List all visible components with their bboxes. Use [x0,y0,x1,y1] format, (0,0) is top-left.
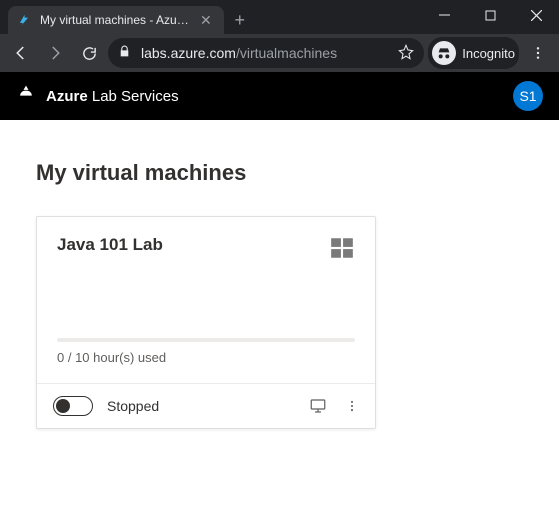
vm-name: Java 101 Lab [57,235,329,255]
incognito-indicator[interactable]: Incognito [428,37,519,69]
url-path: /virtualmachines [236,45,337,61]
browser-tab[interactable]: My virtual machines - Azure Lab ✕ [8,6,224,34]
close-window-button[interactable] [513,0,559,30]
bookmark-button[interactable] [398,44,414,63]
page-content: Azure Lab Services S1 My virtual machine… [0,72,559,527]
page-title: My virtual machines [36,160,523,186]
maximize-button[interactable] [467,0,513,30]
browser-menu-button[interactable] [523,38,553,68]
brand-text: Azure Lab Services [46,88,179,105]
incognito-label: Incognito [462,46,515,61]
main-content: My virtual machines Java 101 Lab 0 / 10 … [0,120,559,469]
windows-icon [329,235,355,266]
more-options-button[interactable] [345,397,359,415]
usage-text: 0 / 10 hour(s) used [57,350,355,365]
browser-toolbar: labs.azure.com/virtualmachines Incognito [0,34,559,72]
incognito-icon [432,41,456,65]
azure-logo-icon [16,84,36,108]
address-bar[interactable]: labs.azure.com/virtualmachines [108,38,424,68]
user-avatar[interactable]: S1 [513,81,543,111]
connect-button[interactable] [309,397,327,415]
brand[interactable]: Azure Lab Services [16,84,179,108]
minimize-button[interactable] [421,0,467,30]
back-button[interactable] [6,38,36,68]
power-toggle[interactable] [53,396,93,416]
forward-button[interactable] [40,38,70,68]
lock-icon [118,45,131,61]
app-header: Azure Lab Services S1 [0,72,559,120]
vm-status: Stopped [107,398,159,414]
window-controls [421,0,559,30]
azure-favicon [16,12,32,28]
url-text: labs.azure.com/virtualmachines [141,45,337,61]
toggle-knob [56,399,70,413]
vm-card: Java 101 Lab 0 / 10 hour(s) used [36,216,376,429]
tab-title: My virtual machines - Azure Lab [40,13,190,27]
url-host: labs.azure.com [141,45,236,61]
new-tab-button[interactable]: + [230,10,250,31]
reload-button[interactable] [74,38,104,68]
usage-progress-bar [57,338,355,342]
browser-titlebar: My virtual machines - Azure Lab ✕ + [0,0,559,34]
close-tab-button[interactable]: ✕ [198,11,214,29]
